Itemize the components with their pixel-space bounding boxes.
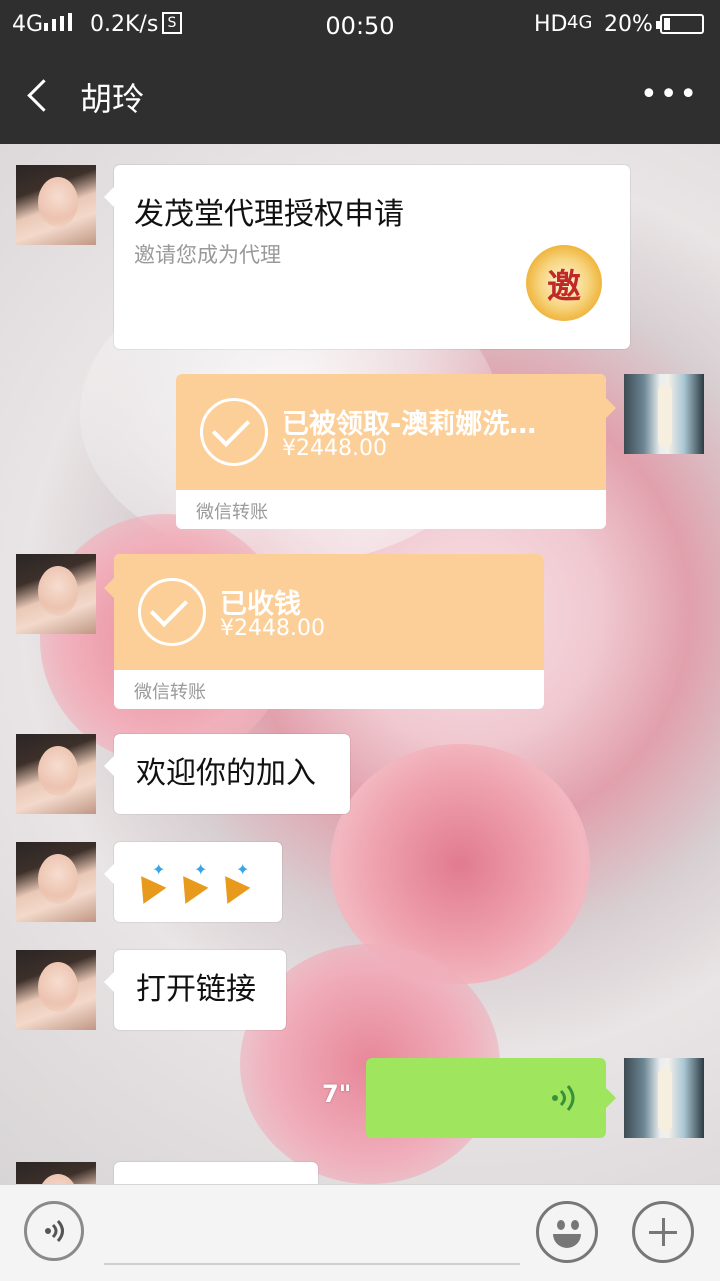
party-popper-icon xyxy=(134,860,168,898)
party-popper-icon xyxy=(218,860,252,898)
voice-wave-icon xyxy=(546,1082,576,1114)
voice-duration: 7" xyxy=(322,1080,352,1108)
transfer-footer: 微信转账 xyxy=(134,682,206,703)
input-bar xyxy=(0,1184,720,1281)
my-avatar[interactable] xyxy=(624,1058,704,1138)
transfer-amount: ¥2448.00 xyxy=(220,616,325,641)
party-popper-icon xyxy=(176,860,210,898)
text-message[interactable]: 欢迎你的加入 xyxy=(104,734,350,814)
chat-area[interactable]: 发茂堂代理授权申请 邀请您成为代理 邀 已被领取-澳莉娜洗… ¥2448.00 … xyxy=(0,144,720,1184)
hd-indicator: HD xyxy=(534,12,568,37)
transfer-amount: ¥2448.00 xyxy=(282,436,387,461)
text-message[interactable] xyxy=(114,1162,318,1184)
bubble-tail xyxy=(606,398,616,418)
contact-avatar[interactable] xyxy=(16,842,96,922)
contact-avatar[interactable] xyxy=(16,734,96,814)
invite-seal-icon: 邀 xyxy=(526,245,602,321)
transfer-received-message[interactable]: 已收钱 ¥2448.00 微信转账 xyxy=(114,554,544,709)
transfer-footer: 微信转账 xyxy=(196,502,268,523)
battery-icon xyxy=(656,14,704,34)
voice-message[interactable] xyxy=(366,1058,616,1138)
status-bar: 4G 0.2K/s S 00:50 HD 4G 20% xyxy=(0,0,720,50)
bubble-tail xyxy=(104,578,114,598)
check-circle-icon xyxy=(138,578,206,646)
back-button[interactable] xyxy=(20,76,60,118)
emoji-message[interactable] xyxy=(104,842,282,922)
battery-percent: 20% xyxy=(604,12,653,37)
check-circle-icon xyxy=(200,398,268,466)
network-type-secondary: 4G xyxy=(567,12,593,33)
message-text: 打开链接 xyxy=(136,972,256,1007)
chat-header: 胡玲 ••• xyxy=(0,50,720,144)
chat-title: 胡玲 xyxy=(80,80,145,118)
transfer-sent-message[interactable]: 已被领取-澳莉娜洗… ¥2448.00 微信转账 xyxy=(176,374,606,529)
invite-card-description: 邀请您成为代理 xyxy=(134,243,281,267)
plus-icon[interactable] xyxy=(632,1201,694,1263)
voice-input-icon[interactable] xyxy=(24,1201,84,1261)
emoji-icon[interactable] xyxy=(536,1201,598,1263)
contact-avatar[interactable] xyxy=(16,554,96,634)
more-options-button[interactable]: ••• xyxy=(640,80,697,114)
message-text: 欢迎你的加入 xyxy=(136,756,316,791)
contact-avatar[interactable] xyxy=(16,165,96,245)
contact-avatar[interactable] xyxy=(16,950,96,1030)
text-message[interactable]: 打开链接 xyxy=(104,950,286,1030)
invite-card-title: 发茂堂代理授权申请 xyxy=(134,197,404,232)
message-input[interactable] xyxy=(104,1263,520,1265)
invite-card-message[interactable]: 发茂堂代理授权申请 邀请您成为代理 邀 xyxy=(104,165,630,349)
my-avatar[interactable] xyxy=(624,374,704,454)
contact-avatar[interactable] xyxy=(16,1162,96,1184)
